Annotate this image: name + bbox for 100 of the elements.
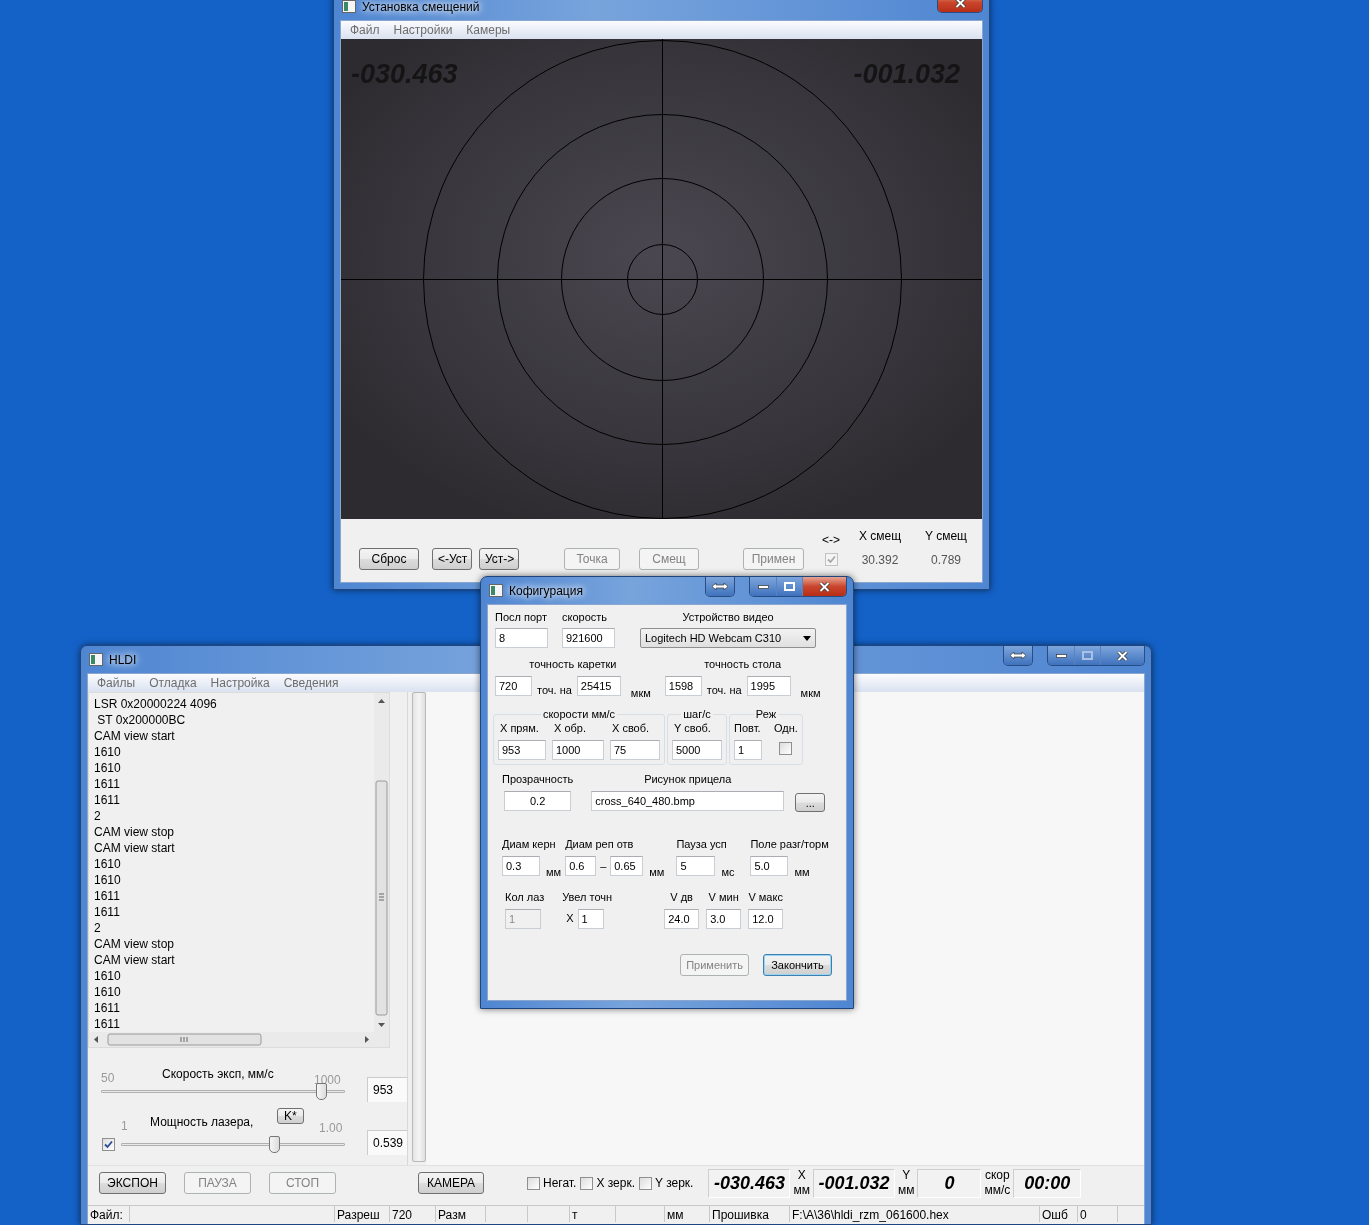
input-field[interactable]: 5.0 — [750, 856, 789, 876]
input-field[interactable]: 921600 — [562, 628, 615, 648]
checkbox[interactable] — [527, 1176, 540, 1190]
label: мкм — [800, 687, 821, 699]
status-text: Ошб — [1040, 1206, 1078, 1222]
label: X прям. — [500, 722, 540, 734]
button[interactable]: Закончить — [763, 954, 832, 976]
input-field[interactable]: 5000 — [672, 740, 722, 760]
checkbox[interactable] — [639, 1176, 652, 1190]
close-button[interactable] — [1100, 646, 1144, 665]
label: <-> — [822, 533, 840, 547]
menu-item[interactable]: Сведения — [276, 676, 346, 690]
input-field[interactable]: 25415 — [576, 676, 621, 696]
maximize-icon — [784, 582, 795, 591]
readout: 0 — [917, 1168, 982, 1198]
status-text: мм — [665, 1206, 710, 1222]
resize-button[interactable] — [706, 577, 734, 596]
close-icon — [954, 0, 966, 8]
double-arrow-icon — [711, 582, 729, 591]
minimize-button[interactable] — [750, 577, 776, 596]
checkbox-label: X зерк. — [596, 1176, 635, 1190]
input-field[interactable]: 720 — [495, 676, 532, 696]
maximize-button[interactable] — [776, 577, 802, 596]
slider-thumb[interactable] — [269, 1136, 281, 1153]
input-field[interactable]: 5 — [676, 856, 716, 876]
slider-label: Мощность лазера, — [150, 1115, 254, 1129]
slider-thumb[interactable] — [316, 1083, 328, 1100]
label: Посл порт — [495, 611, 548, 623]
label: скорость — [562, 611, 609, 623]
resize-button[interactable] — [1004, 646, 1032, 665]
readout: -001.032 — [812, 1168, 895, 1198]
input-field[interactable]: 12.0 — [748, 909, 784, 929]
input-field[interactable]: 1598 — [664, 676, 702, 696]
log-line: CAM view start — [94, 840, 176, 856]
label: V мин — [708, 891, 739, 903]
button[interactable]: <-Уст — [432, 548, 472, 570]
menu-item[interactable]: Настройка — [203, 676, 277, 690]
double-arrow-icon — [1009, 651, 1027, 660]
window-icon — [89, 653, 103, 666]
menu-item[interactable]: Настройки — [386, 23, 460, 37]
checkbox-label: Y зерк. — [655, 1176, 694, 1190]
input-field[interactable]: 1000 — [552, 740, 604, 760]
button[interactable]: Сброс — [359, 548, 419, 570]
unit-label: мм — [897, 1183, 915, 1198]
input-field[interactable]: 0.3 — [502, 856, 540, 876]
value-text: 0.789 — [931, 553, 962, 567]
input-field[interactable]: 3.0 — [706, 909, 742, 929]
input-field[interactable]: 0.65 — [610, 856, 644, 876]
log-line: 1611 — [94, 1000, 121, 1016]
label: Кол лаз — [505, 891, 545, 903]
input-field[interactable]: 1995 — [746, 676, 791, 696]
minimize-button[interactable] — [1048, 646, 1074, 665]
browse-button[interactable]: ... — [795, 793, 826, 812]
input-field[interactable]: 24.0 — [664, 909, 700, 929]
log-line: 1611 — [94, 1016, 121, 1032]
log-line: CAM view start — [94, 952, 176, 968]
status-text: Прошивка — [710, 1206, 790, 1222]
unit-label: мм/с — [984, 1183, 1011, 1198]
readout: 00:00 — [1013, 1168, 1082, 1198]
close-button[interactable] — [802, 577, 846, 596]
button[interactable]: ЭКСПОН — [99, 1172, 166, 1194]
scale-min: 50 — [101, 1071, 115, 1085]
label: точность стола — [704, 658, 782, 670]
window-title: Установка смещений — [362, 0, 480, 14]
checkbox[interactable] — [102, 1138, 115, 1151]
dropdown[interactable]: Logitech HD Webcam C310 — [640, 628, 816, 648]
input-field[interactable]: 8 — [495, 628, 548, 648]
window-title: Кофигурация — [509, 583, 583, 598]
label: Прозрачность — [502, 773, 574, 785]
input-field[interactable]: 953 — [498, 740, 546, 760]
k-button[interactable]: K* — [277, 1108, 304, 1124]
input-field[interactable]: 0.6 — [565, 856, 597, 876]
menu-item[interactable]: Камеры — [459, 23, 518, 37]
button[interactable]: Уст-> — [479, 548, 519, 570]
label: Повт. — [734, 722, 762, 734]
camera-button[interactable]: КАМЕРА — [418, 1172, 484, 1194]
input-field[interactable]: 1 — [734, 740, 762, 760]
horizontal-scrollbar[interactable] — [89, 1032, 389, 1047]
menu-item[interactable]: Файлы — [90, 676, 143, 690]
label: Увел точн — [562, 891, 613, 903]
group-title: шаг/с — [682, 708, 712, 720]
value-text: 30.392 — [861, 553, 899, 567]
input-field[interactable]: cross_640_480.bmp — [591, 791, 785, 811]
log-line: 1610 — [94, 760, 122, 776]
label: Y смещ — [925, 529, 967, 543]
label: X своб. — [612, 722, 651, 734]
log-line: CAM view stop — [94, 936, 176, 952]
checkbox[interactable] — [580, 1176, 594, 1190]
input-field[interactable]: 0.2 — [504, 791, 572, 811]
group-title: Реж — [754, 708, 778, 720]
maximize-icon — [1082, 651, 1093, 660]
window-icon — [489, 584, 503, 597]
vertical-scrollbar[interactable] — [412, 692, 426, 1162]
checkbox[interactable] — [779, 742, 793, 755]
vertical-scrollbar[interactable] — [374, 693, 389, 1034]
label: Поле разг/торм — [750, 838, 829, 850]
input-field[interactable]: 1 — [577, 909, 604, 929]
input-field[interactable]: 75 — [610, 740, 660, 760]
menu-item[interactable]: Файл — [343, 23, 387, 37]
menu-item[interactable]: Отладка — [142, 676, 204, 690]
